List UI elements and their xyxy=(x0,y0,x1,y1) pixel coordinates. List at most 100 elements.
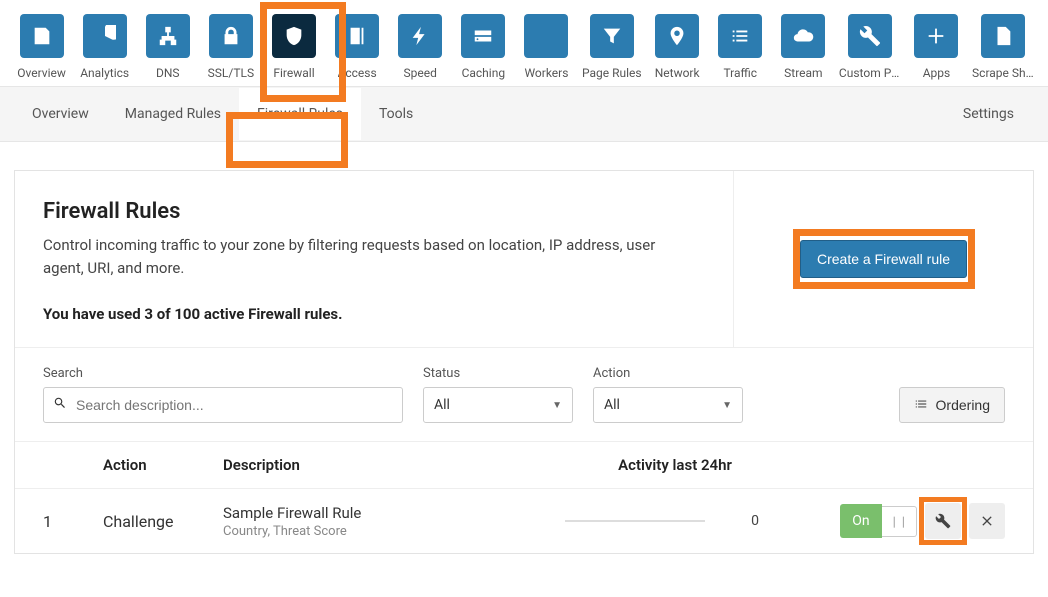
nav-item-analytics[interactable]: Analytics xyxy=(77,14,132,80)
row-desc-main: Sample Firewall Rule xyxy=(223,504,535,522)
nav-label: Traffic xyxy=(723,66,757,80)
plus-icon xyxy=(914,14,958,58)
search-group: Search xyxy=(43,366,403,423)
lock-icon xyxy=(209,14,253,58)
chevron-down-icon: ▼ xyxy=(552,400,562,411)
tab-managed-rules[interactable]: Managed Rules xyxy=(107,88,239,140)
row-controls: On ❘❘ xyxy=(775,503,1005,539)
drive-icon xyxy=(461,14,505,58)
wrench-icon xyxy=(935,513,951,529)
row-action: Challenge xyxy=(103,512,223,531)
nav-label: Speed xyxy=(404,66,437,80)
pin-icon xyxy=(655,14,699,58)
doc2-icon xyxy=(981,14,1025,58)
search-box xyxy=(43,387,403,423)
col-description-header: Description xyxy=(223,456,575,474)
status-select[interactable]: All ▼ xyxy=(423,387,573,423)
nav-item-firewall[interactable]: Firewall xyxy=(266,14,321,80)
nav-item-custompages[interactable]: Custom Pa... xyxy=(839,14,901,80)
doc-icon xyxy=(20,14,64,58)
panel-left: Firewall Rules Control incoming traffic … xyxy=(15,171,733,347)
action-select[interactable]: All ▼ xyxy=(593,387,743,423)
table-row: 1 Challenge Sample Firewall Rule Country… xyxy=(15,489,1033,553)
nav-item-ssl[interactable]: SSL/TLS xyxy=(203,14,258,80)
nav-label: Analytics xyxy=(80,66,129,80)
cloud-icon xyxy=(781,14,825,58)
action-value: All xyxy=(604,397,620,413)
nav-item-network[interactable]: Network xyxy=(650,14,705,80)
col-action-header: Action xyxy=(103,456,223,474)
ordering-label: Ordering xyxy=(936,397,990,413)
chevron-down-icon: ▼ xyxy=(722,400,732,411)
status-label: Status xyxy=(423,366,573,381)
rules-table: Action Description Activity last 24hr 1 … xyxy=(15,441,1033,553)
status-value: All xyxy=(434,397,450,413)
nav-label: Access xyxy=(338,66,377,80)
tab-overview[interactable]: Overview xyxy=(14,88,107,140)
settings-link[interactable]: Settings xyxy=(963,106,1034,122)
door-icon xyxy=(335,14,379,58)
table-header: Action Description Activity last 24hr xyxy=(15,442,1033,489)
top-nav: Overview Analytics DNS SSL/TLS Firewall Acces… xyxy=(0,0,1048,86)
row-index: 1 xyxy=(43,512,103,531)
nav-item-workers[interactable]: Workers xyxy=(519,14,574,80)
tab-firewall-rules[interactable]: Firewall Rules xyxy=(239,88,361,140)
funnel-icon xyxy=(590,14,634,58)
nav-item-apps[interactable]: Apps xyxy=(909,14,964,80)
status-group: Status All ▼ xyxy=(423,366,573,423)
activity-sparkline xyxy=(565,520,705,522)
list-icon xyxy=(718,14,762,58)
row-activity-value: 0 xyxy=(735,513,775,529)
toggle-on-label: On xyxy=(840,504,881,538)
nav-item-access[interactable]: Access xyxy=(330,14,385,80)
nav-item-pagerules[interactable]: Page Rules xyxy=(582,14,642,80)
ordering-button[interactable]: Ordering xyxy=(899,387,1005,423)
nav-label: DNS xyxy=(156,66,180,80)
ordering-icon xyxy=(914,397,928,414)
tab-tools[interactable]: Tools xyxy=(361,88,431,140)
sub-tabs: OverviewManaged RulesFirewall RulesTools… xyxy=(0,86,1048,142)
nav-label: Custom Pa... xyxy=(839,66,901,80)
row-desc-sub: Country, Threat Score xyxy=(223,524,535,539)
firewall-rules-panel: Firewall Rules Control incoming traffic … xyxy=(14,170,1034,554)
nav-label: Workers xyxy=(524,66,568,80)
search-icon xyxy=(53,396,67,414)
panel-description: Control incoming traffic to your zone by… xyxy=(43,234,663,279)
close-icon xyxy=(979,513,995,529)
nav-item-dns[interactable]: DNS xyxy=(140,14,195,80)
nav-label: Firewall xyxy=(273,66,314,80)
action-filter-label: Action xyxy=(593,366,743,381)
rule-toggle[interactable]: On ❘❘ xyxy=(840,504,917,538)
nav-item-scrapeshield[interactable]: Scrape Shi... xyxy=(972,14,1034,80)
nav-item-stream[interactable]: Stream xyxy=(776,14,831,80)
delete-rule-button[interactable] xyxy=(969,503,1005,539)
col-activity-header: Activity last 24hr xyxy=(575,456,775,474)
shield-icon xyxy=(272,14,316,58)
row-activity xyxy=(535,520,735,522)
toggle-handle-icon: ❘❘ xyxy=(882,506,917,537)
nav-label: Apps xyxy=(923,66,951,80)
edit-rule-button[interactable] xyxy=(925,503,961,539)
nav-label: Page Rules xyxy=(582,66,642,80)
wrench-icon xyxy=(848,14,892,58)
pie-icon xyxy=(83,14,127,58)
nav-item-traffic[interactable]: Traffic xyxy=(713,14,768,80)
panel-usage: You have used 3 of 100 active Firewall r… xyxy=(43,305,705,323)
filter-row: Search Status All ▼ Action All ▼ xyxy=(15,347,1033,441)
nav-label: Caching xyxy=(462,66,506,80)
search-input[interactable] xyxy=(43,387,403,423)
row-description: Sample Firewall Rule Country, Threat Sco… xyxy=(223,504,535,539)
nav-item-caching[interactable]: Caching xyxy=(456,14,511,80)
nav-label: SSL/TLS xyxy=(208,66,254,80)
nav-label: Scrape Shi... xyxy=(972,66,1034,80)
nav-item-overview[interactable]: Overview xyxy=(14,14,69,80)
bolt-icon xyxy=(398,14,442,58)
panel-title: Firewall Rules xyxy=(43,199,705,224)
nav-label: Overview xyxy=(17,66,66,80)
nav-label: Network xyxy=(655,66,700,80)
create-firewall-rule-button[interactable]: Create a Firewall rule xyxy=(800,240,967,278)
search-label: Search xyxy=(43,366,403,381)
tree-icon xyxy=(146,14,190,58)
nav-item-speed[interactable]: Speed xyxy=(393,14,448,80)
action-group: Action All ▼ xyxy=(593,366,743,423)
